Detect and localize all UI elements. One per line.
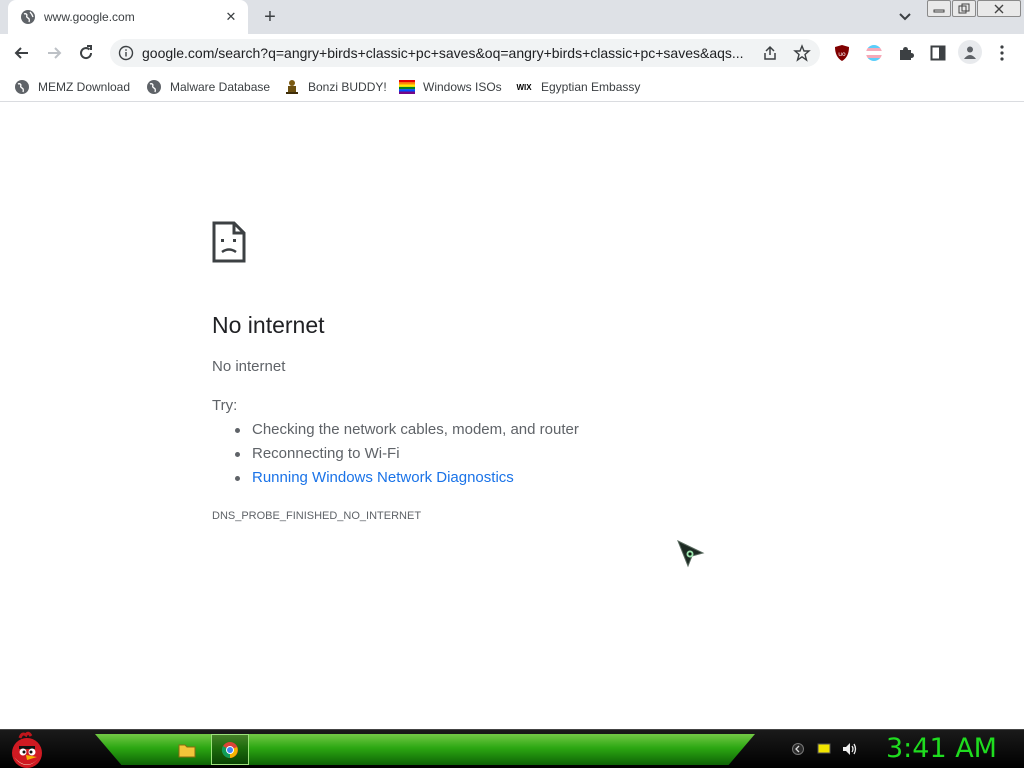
error-title: No internet [212, 312, 325, 338]
taskbar-file-explorer[interactable] [168, 734, 206, 765]
wix-icon: WIX [516, 82, 532, 92]
toolbar: google.com/search?q=angry+birds+classic+… [0, 34, 1024, 72]
chrome-icon [221, 741, 238, 758]
sad-page-icon [212, 221, 246, 263]
volume-icon[interactable] [842, 740, 858, 758]
tab-search-chevron-icon[interactable] [895, 9, 915, 25]
restore-icon [958, 3, 970, 13]
reload-button[interactable] [74, 41, 98, 65]
mouse-cursor-icon [677, 539, 705, 568]
globe-icon [21, 10, 35, 24]
bookmark-label: Malware Database [170, 80, 271, 94]
bookmarks-bar: MEMZ Download Malware Database Bonzi BUD… [0, 72, 1024, 102]
profile-avatar[interactable] [958, 40, 982, 64]
browser-window: www.google.com ✕ + google.com/search?q=a… [0, 0, 1024, 729]
taskbar: 3:41 AM [0, 729, 1024, 768]
window-controls [927, 0, 1022, 17]
suggestion-list: Checking the network cables, modem, and … [232, 421, 579, 493]
side-panel-icon[interactable] [928, 43, 948, 63]
taskbar-chrome[interactable] [211, 734, 249, 765]
suggestion-item: Reconnecting to Wi-Fi [232, 445, 579, 469]
action-center-icon[interactable] [816, 740, 832, 758]
error-page: No internet No internet Try: Checking th… [0, 103, 1024, 729]
tray-chevron-icon[interactable] [790, 740, 806, 758]
start-button-angry-bird-icon[interactable] [6, 730, 48, 768]
bookmark-memz[interactable]: MEMZ Download [14, 77, 130, 97]
bookmark-malware-database[interactable]: Malware Database [146, 77, 270, 97]
address-bar[interactable]: google.com/search?q=angry+birds+classic+… [110, 39, 820, 67]
globe-icon [146, 79, 162, 95]
error-subtitle: No internet [212, 358, 286, 375]
url-text[interactable]: google.com/search?q=angry+birds+classic+… [142, 45, 752, 61]
bookmark-label: Windows ISOs [423, 80, 502, 94]
bookmark-windows-isos[interactable]: Windows ISOs [399, 77, 502, 97]
tab-title: www.google.com [44, 10, 135, 24]
trans-flag-extension-icon[interactable] [864, 43, 884, 63]
share-icon[interactable] [761, 44, 779, 62]
bookmark-egyptian-embassy[interactable]: WIX Egyptian Embassy [515, 77, 640, 97]
person-icon [964, 46, 976, 59]
extensions-puzzle-icon[interactable] [896, 43, 916, 63]
back-arrow-icon [14, 47, 28, 59]
close-window-button[interactable] [977, 0, 1021, 17]
suggestion-item: Checking the network cables, modem, and … [232, 421, 579, 445]
bookmark-label: Egyptian Embassy [541, 80, 641, 94]
folder-icon [178, 744, 196, 757]
ublock-extension-icon[interactable]: uo [832, 43, 852, 63]
bonzi-icon [284, 79, 300, 95]
minimize-button[interactable] [927, 0, 951, 17]
bookmark-label: MEMZ Download [38, 80, 131, 94]
svg-text:uo: uo [838, 51, 846, 58]
reload-icon [80, 45, 93, 60]
bookmark-label: Bonzi BUDDY! [308, 80, 387, 94]
system-tray [790, 740, 858, 760]
tab-strip: www.google.com ✕ + [0, 0, 1024, 34]
forward-button[interactable] [42, 41, 66, 65]
globe-icon [14, 79, 30, 95]
close-icon [994, 4, 1004, 13]
forward-arrow-icon [48, 47, 62, 59]
new-tab-button[interactable]: + [258, 5, 282, 29]
menu-kebab-icon[interactable] [992, 43, 1012, 63]
network-diagnostics-link[interactable]: Running Windows Network Diagnostics [232, 469, 579, 493]
try-label: Try: [212, 397, 238, 414]
info-icon[interactable] [118, 45, 134, 61]
rainbow-flag-icon [399, 79, 415, 95]
tab-google[interactable]: www.google.com ✕ [8, 0, 248, 34]
back-button[interactable] [10, 41, 34, 65]
taskbar-clock[interactable]: 3:41 AM [886, 733, 997, 764]
bookmark-bonzi-buddy[interactable]: Bonzi BUDDY! [284, 77, 387, 97]
restore-button[interactable] [952, 0, 976, 17]
bookmark-star-icon[interactable] [793, 44, 811, 62]
minimize-icon [933, 9, 945, 12]
tab-close-icon[interactable]: ✕ [222, 8, 240, 26]
error-code: DNS_PROBE_FINISHED_NO_INTERNET [212, 510, 422, 522]
